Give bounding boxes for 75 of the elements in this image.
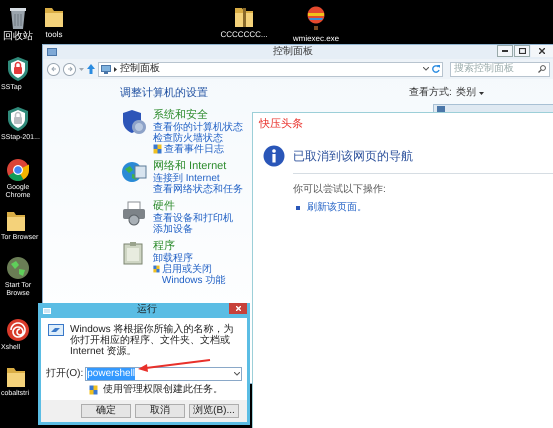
icon-label: wmiexec.exe <box>292 34 340 43</box>
dialog-title: 运行 <box>137 304 157 316</box>
close-icon <box>539 48 545 54</box>
run-window-icon <box>48 324 64 336</box>
bullet-icon <box>296 206 300 210</box>
close-icon <box>236 306 240 311</box>
refresh-link[interactable]: 刷新该页面。 <box>307 202 367 214</box>
recycle-bin-icon[interactable] <box>8 6 28 30</box>
shield-icon <box>121 109 147 135</box>
window-icon <box>43 308 51 314</box>
icon-label: tools <box>46 30 62 39</box>
monitor-icon <box>101 64 111 74</box>
minimize-button[interactable] <box>497 45 513 57</box>
icon-label: CCCCCCC... <box>220 30 268 39</box>
task-link[interactable]: 查看网络状态和任务 <box>153 184 243 195</box>
balloon-icon[interactable] <box>306 6 326 32</box>
folder-icon[interactable] <box>6 210 26 232</box>
page-heading: 调整计算机的设置 <box>120 87 208 100</box>
globe-icon[interactable] <box>6 256 30 280</box>
folder-icon[interactable] <box>44 6 64 28</box>
uac-shield-icon <box>89 385 98 395</box>
up-arrow-icon <box>87 64 95 74</box>
printer-icon <box>121 200 147 226</box>
close-button[interactable] <box>229 303 247 314</box>
view-by-label: 查看方式: <box>409 87 452 99</box>
dialog-button[interactable]: 浏览(B)... <box>189 404 239 418</box>
dialog-button[interactable]: 确定 <box>81 404 131 418</box>
back-arrow-icon <box>50 66 56 72</box>
folder-icon[interactable] <box>6 366 26 388</box>
colored-ring-icon[interactable] <box>6 158 30 182</box>
dropdown-caret-icon <box>478 92 484 94</box>
popup-brand: 快压头条 <box>259 118 304 131</box>
dialog-button[interactable]: 取消 <box>135 404 185 418</box>
address-text: 控制面板 <box>120 63 160 75</box>
window-title: 控制面板 <box>273 46 313 58</box>
maximize-button[interactable] <box>514 45 530 57</box>
info-icon <box>263 145 285 167</box>
window-icon <box>437 106 445 112</box>
dropdown-caret-icon <box>423 67 429 71</box>
forward-arrow-icon <box>66 66 72 72</box>
search-icon <box>538 65 546 73</box>
refresh-icon <box>432 65 440 73</box>
category-link[interactable]: 程序 <box>153 240 251 253</box>
dropdown-caret-icon <box>234 372 240 376</box>
dropdown-caret-icon <box>79 68 84 70</box>
task-link[interactable]: 查看设备和打印机 <box>153 213 233 224</box>
icon-label: 回收站 <box>3 32 33 41</box>
open-label: 打开(O): <box>46 368 84 380</box>
task-link[interactable]: 查看你的计算机状态 <box>153 122 243 133</box>
task-link[interactable]: 卸载程序 <box>153 253 193 264</box>
spiral-icon[interactable] <box>6 318 30 342</box>
maximize-icon <box>518 48 526 54</box>
category-link[interactable]: 硬件 <box>153 200 251 213</box>
view-by-dropdown[interactable]: 类别 <box>456 87 484 99</box>
task-link[interactable]: 添加设备 <box>153 224 193 235</box>
task-link[interactable]: 查看事件日志 <box>164 144 224 155</box>
close-button[interactable] <box>531 45 553 57</box>
hint-text: 你可以尝试以下操作: <box>293 184 387 196</box>
window-icon <box>47 48 57 56</box>
task-link[interactable]: 启用或关闭 Windows 功能 <box>162 264 251 286</box>
breadcrumb-arrow-icon <box>114 66 117 72</box>
minimize-icon <box>502 50 508 52</box>
admin-note: 使用管理权限创建此任务。 <box>103 384 223 396</box>
zipped-folder-icon[interactable] <box>234 6 254 28</box>
task-link[interactable]: 检查防火墙状态 <box>153 133 223 144</box>
error-message: 已取消到该网页的导航 <box>293 149 413 163</box>
address-bar[interactable]: 控制面板 <box>98 62 443 76</box>
category-link[interactable]: 网络和 Internet <box>153 160 251 173</box>
shield-lock-icon[interactable] <box>6 106 30 132</box>
shield-lock-icon[interactable] <box>6 56 30 82</box>
category-link[interactable]: 系统和安全 <box>153 109 251 122</box>
task-link[interactable]: 连接到 Internet <box>153 173 220 184</box>
search-field[interactable]: 搜索控制面板 <box>450 62 550 76</box>
field-value: powershell <box>87 368 136 380</box>
dialog-description: Windows 将根据你所输入的名称，为你打开相应的程序、文件夹、文档或 Internet 资源。 <box>70 324 234 357</box>
